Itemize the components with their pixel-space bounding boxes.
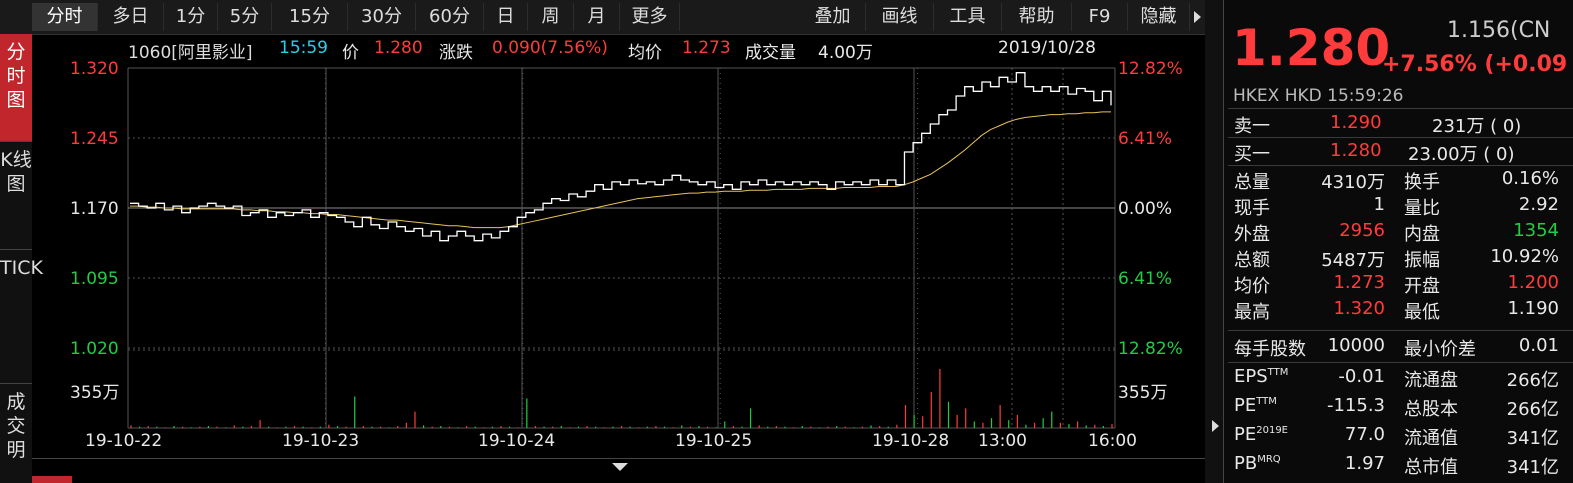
panel-row-label: 最低 <box>1404 302 1440 323</box>
tool-tab[interactable]: 工具 <box>934 3 1002 31</box>
period-tab[interactable]: 周 <box>528 3 574 31</box>
sell1-price: 1.290 <box>1330 112 1382 133</box>
panel-row-value: 1.200 <box>1507 272 1559 293</box>
toolbar-expand-icon[interactable] <box>1194 11 1201 23</box>
panel-row-label: 振幅 <box>1404 250 1440 271</box>
fundamental-label: PBMRQ <box>1234 453 1281 474</box>
fund-suffix: 2019E <box>1256 425 1289 436</box>
fundamental-label: EPSTTM <box>1234 366 1288 387</box>
panel-row-label: 内盘 <box>1404 224 1440 245</box>
divider <box>1228 330 1573 331</box>
lot-info: 10000 <box>1327 335 1385 356</box>
period-tab[interactable]: 更多 <box>620 3 680 31</box>
period-tab[interactable]: 30分 <box>348 3 416 31</box>
lot-info: 最小价差 <box>1404 339 1476 360</box>
panel-row-value: 1 <box>1373 194 1385 215</box>
fundamental-label: PETTM <box>1234 395 1277 416</box>
buy1-price: 1.280 <box>1330 140 1382 161</box>
price-line <box>130 72 1112 242</box>
panel-row-value: 1.273 <box>1333 272 1385 293</box>
buy1-volume: 23.00万 ( 0) <box>1408 144 1515 165</box>
panel-row-value: 0.16% <box>1501 168 1559 189</box>
panel-row-label: 最高 <box>1234 302 1270 323</box>
panel-row-label: 总量 <box>1234 172 1270 193</box>
fundamental-value: 1.97 <box>1344 453 1385 474</box>
fund-name: PE <box>1234 395 1257 416</box>
period-tab[interactable]: 5分 <box>218 3 272 31</box>
fund-suffix: TTM <box>1256 396 1277 407</box>
bottom-divider <box>32 458 1205 459</box>
period-tab[interactable]: 60分 <box>416 3 484 31</box>
tool-tab[interactable]: 隐藏 <box>1128 3 1190 31</box>
period-tab[interactable]: 多日 <box>98 3 164 31</box>
tool-tab[interactable]: 画线 <box>866 3 934 31</box>
fundamental-value: 77.0 <box>1344 424 1385 445</box>
period-tab[interactable]: 1分 <box>164 3 218 31</box>
panel-row-label: 量比 <box>1404 198 1440 219</box>
panel-row-label: 现手 <box>1234 198 1270 219</box>
fund-suffix: TTM <box>1267 367 1289 378</box>
fundamental-label: 流通盘 <box>1404 370 1458 391</box>
tool-tab[interactable]: 叠加 <box>800 3 866 31</box>
period-tab[interactable]: 月 <box>574 3 620 31</box>
panel-row-value: 1.190 <box>1507 298 1559 319</box>
fundamental-value: -0.01 <box>1338 366 1385 387</box>
panel-row-label: 外盘 <box>1234 224 1270 245</box>
panel-row-value: 10.92% <box>1490 246 1559 267</box>
fundamental-value: 341亿 <box>1506 428 1559 449</box>
panel-row-label: 均价 <box>1234 276 1270 297</box>
panel-row-value: 4310万 <box>1321 172 1385 193</box>
collapse-panel-icon[interactable] <box>1212 420 1219 432</box>
panel-row-value: 5487万 <box>1321 250 1385 271</box>
expand-down-icon[interactable] <box>612 463 628 471</box>
fund-name: PE <box>1234 424 1257 445</box>
period-tab[interactable]: 分时 <box>32 3 98 31</box>
divider <box>1228 362 1573 363</box>
panel-row-value: 1.320 <box>1333 298 1385 319</box>
panel-change: +7.56% (+0.09 <box>1382 52 1568 77</box>
avg-price-line <box>130 111 1111 229</box>
fundamental-value: 341亿 <box>1506 457 1559 478</box>
fundamental-label: 流通值 <box>1404 428 1458 449</box>
fundamental-label: 总市值 <box>1404 457 1458 478</box>
lot-info: 0.01 <box>1518 335 1559 356</box>
period-tab[interactable]: 15分 <box>272 3 348 31</box>
panel-splitter[interactable] <box>1205 0 1223 483</box>
divider <box>1228 108 1573 109</box>
sell1-label: 卖一 <box>1234 116 1270 137</box>
panel-row-label: 开盘 <box>1404 276 1440 297</box>
panel-price: 1.280 <box>1232 19 1391 77</box>
sell1-volume: 231万 ( 0) <box>1432 116 1522 137</box>
fund-name: PB <box>1234 453 1258 474</box>
fund-name: EPS <box>1234 366 1268 387</box>
divider <box>1228 165 1573 166</box>
intraday-chart <box>127 67 1116 429</box>
fundamental-value: 266亿 <box>1506 370 1559 391</box>
lot-info: 每手股数 <box>1234 339 1306 360</box>
fundamental-label: 总股本 <box>1404 399 1458 420</box>
panel-row-label: 总额 <box>1234 250 1270 271</box>
fundamental-value: 266亿 <box>1506 399 1559 420</box>
fundamental-label: PE2019E <box>1234 424 1288 445</box>
bottom-tab-indicator <box>32 476 72 483</box>
fund-suffix: MRQ <box>1257 454 1281 465</box>
tool-tab[interactable]: 帮助 <box>1002 3 1072 31</box>
panel-market: HKEX HKD 15:59:26 <box>1233 86 1404 106</box>
panel-row-value: 2.92 <box>1518 194 1559 215</box>
period-tab[interactable]: 日 <box>484 3 528 31</box>
panel-ref-price: 1.156(CN <box>1447 18 1551 43</box>
divider <box>1228 137 1573 138</box>
panel-row-label: 换手 <box>1404 172 1440 193</box>
panel-row-value: 1354 <box>1513 220 1559 241</box>
buy1-label: 买一 <box>1234 144 1270 165</box>
fundamental-value: -115.3 <box>1326 395 1385 416</box>
tool-tab[interactable]: F9 <box>1072 3 1128 31</box>
panel-row-value: 2956 <box>1339 220 1385 241</box>
